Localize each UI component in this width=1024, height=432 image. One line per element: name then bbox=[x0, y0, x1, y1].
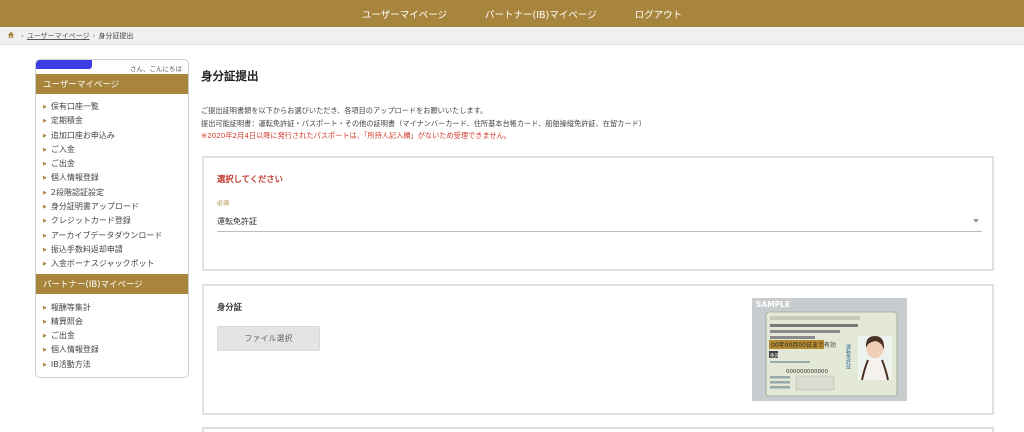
sidebar-item-ib-activity[interactable]: ▶ IB活動方法 bbox=[36, 358, 188, 372]
required-label: 必須 bbox=[217, 200, 230, 207]
license-vertical-text: 運転免許証 bbox=[845, 344, 851, 370]
instructions: ご提出証明書類を以下からお選びいただき、各項目のアップロードをお願いいたします。… bbox=[201, 105, 1001, 143]
triangle-bullet-icon: ▶ bbox=[43, 204, 47, 211]
sidebar-section-partner-title: パートナー(IB)マイページ bbox=[36, 273, 188, 294]
triangle-bullet-icon: ▶ bbox=[43, 361, 47, 368]
file-select-button[interactable]: ファイル選択 bbox=[217, 326, 320, 351]
breadcrumb-separator: › bbox=[92, 31, 96, 40]
redacted-username bbox=[36, 60, 92, 69]
triangle-bullet-icon: ▶ bbox=[43, 104, 47, 110]
license-category-text: 免許 bbox=[770, 352, 779, 359]
sample-label: SAMPLE bbox=[756, 300, 791, 309]
sidebar-item-holding-accounts[interactable]: ▶ 保有口座一覧 bbox=[36, 100, 188, 114]
sidebar-section-user-title: ユーザーマイページ bbox=[36, 74, 188, 94]
sidebar-item-credit-card[interactable]: ▶ クレジットカード登録 bbox=[36, 214, 188, 228]
sidebar-item-archive-download[interactable]: ▶ アーカイブデータダウンロード bbox=[36, 229, 188, 243]
sidebar-item-label: アーカイブデータダウンロード bbox=[50, 230, 163, 240]
sidebar-item-withdrawal[interactable]: ▶ ご出金 bbox=[36, 157, 188, 171]
sidebar-item-label: 2段階認証設定 bbox=[50, 187, 104, 197]
sidebar-item-personal-info[interactable]: ▶ 個人情報登録 bbox=[36, 171, 188, 185]
license-date-text: 00年00月00日まで有効 bbox=[771, 341, 836, 349]
nav-user-mypage[interactable]: ユーザーマイページ bbox=[362, 7, 447, 21]
triangle-bullet-icon: ▶ bbox=[43, 146, 47, 153]
sidebar-item-label: ご入金 bbox=[50, 144, 75, 154]
passport-warning: ※2020年2月4日以降に発行されたパスポートは、「所持人記入欄」がないため受理… bbox=[201, 131, 511, 140]
selected-value: 運転免許証 bbox=[217, 217, 257, 226]
nav-partner-mypage[interactable]: パートナー(IB)マイページ bbox=[485, 7, 597, 21]
page-title: 身分証提出 bbox=[201, 69, 259, 83]
document-type-card: 選択してください 必須 運転免許証 bbox=[202, 156, 994, 271]
triangle-bullet-icon: ▶ bbox=[43, 232, 47, 239]
triangle-bullet-icon: ▶ bbox=[43, 347, 47, 354]
home-icon[interactable] bbox=[7, 31, 15, 41]
sidebar-item-label: 身分証明書アップロード bbox=[50, 202, 139, 212]
next-card bbox=[202, 427, 994, 432]
chevron-down-icon bbox=[973, 219, 979, 223]
sidebar-greeting: さん、こんにちは bbox=[36, 60, 188, 74]
sidebar-item-2fa[interactable]: ▶ 2段階認証設定 bbox=[36, 186, 188, 200]
license-number-text: 000000000000 bbox=[786, 369, 828, 375]
sidebar-item-settlement[interactable]: ▶ 精算照会 bbox=[36, 315, 188, 329]
top-navigation: ユーザーマイページ パートナー(IB)マイページ ログアウト bbox=[0, 0, 1024, 27]
breadcrumb-separator: › bbox=[21, 31, 24, 40]
sidebar-item-partner-withdrawal[interactable]: ▶ ご出金 bbox=[36, 329, 188, 343]
triangle-bullet-icon: ▶ bbox=[43, 118, 47, 125]
triangle-bullet-icon: ▶ bbox=[43, 304, 47, 311]
sidebar-item-label: クレジットカード登録 bbox=[50, 216, 131, 226]
sidebar-item-label: 振込手数料返却申請 bbox=[50, 244, 123, 254]
greeting-text: さん、こんにちは bbox=[130, 65, 182, 73]
sidebar-item-label: ご出金 bbox=[50, 331, 75, 341]
id-upload-card: 身分証 ファイル選択 00年00月00日まで有効 免許 000000000000… bbox=[202, 284, 994, 415]
instructions-line: 提出可能証明書：運転免許証・パスポート・その他の証明書（マイナンバーカード、住所… bbox=[201, 118, 646, 128]
sidebar-item-installment-savings[interactable]: ▶ 定期積金 bbox=[36, 114, 188, 128]
sidebar-item-label: 入金ボーナスジャックポット bbox=[50, 259, 155, 269]
sidebar-item-label: 定期積金 bbox=[50, 116, 83, 126]
triangle-bullet-icon: ▶ bbox=[43, 189, 47, 196]
sidebar-item-fee-refund[interactable]: ▶ 振込手数料返却申請 bbox=[36, 243, 188, 257]
nav-logout[interactable]: ログアウト bbox=[635, 7, 683, 21]
sidebar-item-partner-personal-info[interactable]: ▶ 個人情報登録 bbox=[36, 343, 188, 357]
breadcrumb-current: 身分証提出 bbox=[98, 31, 134, 40]
sidebar-item-label: 保有口座一覧 bbox=[50, 102, 99, 111]
sidebar-item-reward-summary[interactable]: ▶ 報酬等集計 bbox=[36, 301, 188, 315]
document-type-select[interactable]: 運転免許証 bbox=[217, 210, 982, 232]
sidebar: さん、こんにちは ユーザーマイページ ▶ 保有口座一覧 ▶ 定期積金 ▶ 追加口座お申… bbox=[35, 59, 189, 378]
sidebar-partner-menu: ▶ 報酬等集計 ▶ 精算照会 ▶ ご出金 ▶ 個人情報登録 ▶ IB活動方法 bbox=[36, 294, 188, 374]
triangle-bullet-icon: ▶ bbox=[43, 246, 47, 253]
sidebar-item-label: 個人情報登録 bbox=[50, 345, 99, 355]
sidebar-item-bonus-jackpot[interactable]: ▶ 入金ボーナスジャックポット bbox=[36, 257, 188, 271]
triangle-bullet-icon: ▶ bbox=[43, 161, 47, 168]
select-heading: 選択してください bbox=[217, 174, 283, 184]
sidebar-item-label: 報酬等集計 bbox=[50, 302, 91, 312]
sidebar-item-id-upload[interactable]: ▶ 身分証明書アップロード bbox=[36, 200, 188, 214]
breadcrumb-link-user-mypage[interactable]: ユーザーマイページ bbox=[27, 31, 90, 41]
sidebar-item-label: IB活動方法 bbox=[50, 359, 91, 369]
triangle-bullet-icon: ▶ bbox=[43, 333, 47, 340]
instructions-line: ご提出証明書類を以下からお選びいただき、各項目のアップロードをお願いいたします。 bbox=[201, 106, 488, 115]
upload-label: 身分証 bbox=[217, 302, 242, 312]
sample-license-image: 00年00月00日まで有効 免許 000000000000 運転免許証 SAMP… bbox=[752, 298, 907, 401]
breadcrumb: › ユーザーマイページ › 身分証提出 bbox=[0, 27, 1024, 45]
sidebar-item-add-account[interactable]: ▶ 追加口座お申込み bbox=[36, 129, 188, 143]
triangle-bullet-icon: ▶ bbox=[43, 132, 47, 139]
triangle-bullet-icon: ▶ bbox=[43, 175, 47, 182]
sidebar-item-label: 精算照会 bbox=[50, 316, 83, 326]
triangle-bullet-icon: ▶ bbox=[43, 261, 47, 268]
sidebar-item-deposit[interactable]: ▶ ご入金 bbox=[36, 143, 188, 157]
sidebar-item-label: 追加口座お申込み bbox=[50, 130, 115, 140]
sidebar-item-label: 個人情報登録 bbox=[50, 173, 99, 183]
license-illustration: 00年00月00日まで有効 免許 000000000000 運転免許証 bbox=[765, 311, 898, 397]
sidebar-user-menu: ▶ 保有口座一覧 ▶ 定期積金 ▶ 追加口座お申込み ▶ ご入金 ▶ ご出金 ▶ 個人情報登… bbox=[36, 94, 188, 274]
triangle-bullet-icon: ▶ bbox=[43, 318, 47, 325]
sidebar-item-label: ご出金 bbox=[50, 159, 75, 169]
triangle-bullet-icon: ▶ bbox=[43, 218, 47, 225]
